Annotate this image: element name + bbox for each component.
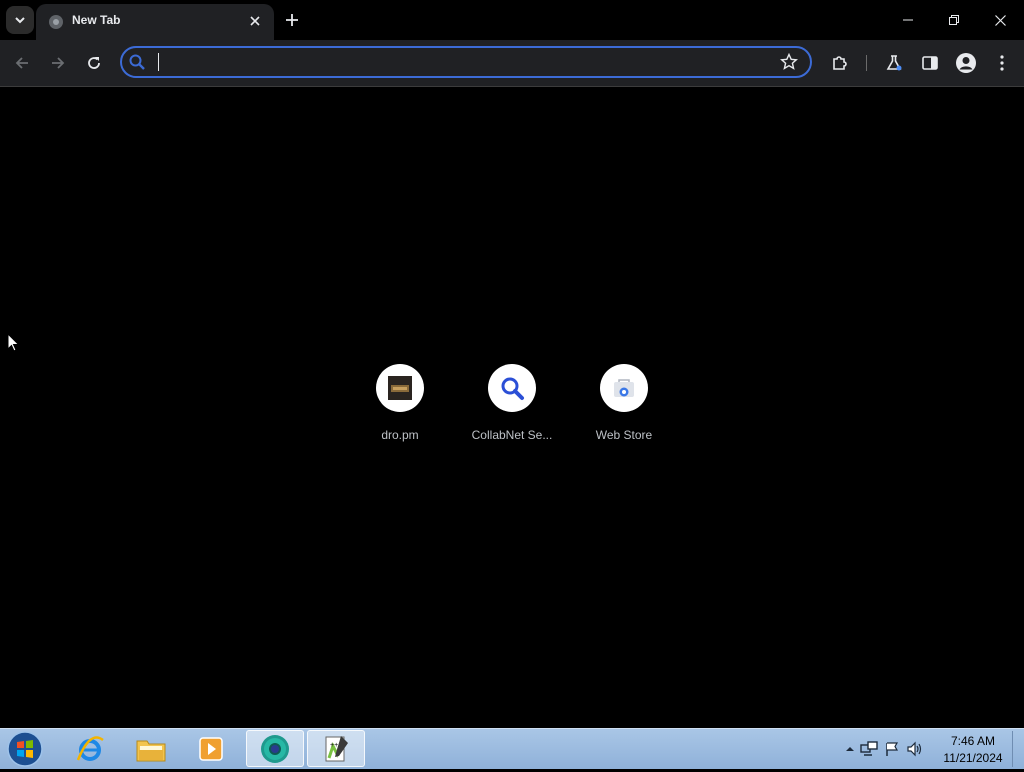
close-icon (250, 16, 260, 26)
taskbar-chrome-canary[interactable] (246, 730, 304, 767)
taskbar-notepad-plus-plus[interactable]: ++ (307, 730, 365, 767)
tab-strip: New Tab (0, 0, 1024, 40)
clock-time: 7:46 AM (950, 734, 996, 748)
internet-explorer-icon (76, 735, 104, 761)
clock-date: 11/21/2024 (943, 751, 1003, 765)
mouse-pointer-icon (7, 333, 20, 352)
side-panel-icon (922, 56, 938, 70)
back-button[interactable] (8, 49, 36, 77)
browser-toolbar (0, 40, 1024, 87)
shortcut-label: Web Store (595, 428, 653, 442)
magnifier-icon (501, 377, 524, 400)
tab-new-tab[interactable]: New Tab (36, 4, 274, 40)
reload-button[interactable] (80, 49, 108, 77)
new-tab-button[interactable] (280, 8, 304, 32)
taskbar-media-player[interactable] (183, 730, 241, 767)
folder-icon (136, 740, 166, 761)
plus-icon (286, 14, 298, 26)
system-tray (846, 739, 924, 759)
profile-button[interactable] (955, 52, 977, 74)
shortcut-label: CollabNet Se... (471, 428, 553, 442)
windows-taskbar: ++ 7:46 AM 11/21/2024 (0, 728, 1024, 769)
show-desktop-button[interactable] (1012, 731, 1023, 767)
windows-logo-icon (7, 731, 43, 767)
extensions-button[interactable] (829, 52, 851, 74)
close-icon (994, 14, 1006, 26)
shortcut-dro-pm[interactable]: dro.pm (352, 364, 448, 442)
close-tab-button[interactable] (246, 12, 264, 30)
shortcut-label: dro.pm (381, 428, 419, 442)
address-input[interactable] (156, 51, 780, 75)
minimize-button[interactable] (888, 4, 928, 36)
volume-icon[interactable] (906, 741, 924, 757)
toolbar-separator (866, 55, 867, 71)
tab-title: New Tab (72, 13, 121, 27)
shortcut-icon-tile (600, 364, 648, 412)
side-panel-button[interactable] (919, 52, 941, 74)
shortcut-icon-tile (376, 364, 424, 412)
svg-text:++: ++ (330, 742, 338, 749)
taskbar-windows-explorer[interactable] (122, 730, 180, 767)
more-vertical-icon (1000, 55, 1004, 71)
bookmark-star-icon[interactable] (780, 53, 798, 71)
start-button[interactable] (6, 731, 46, 767)
taskbar-clock[interactable]: 7:46 AM 11/21/2024 (936, 733, 1010, 767)
chrome-canary-icon (261, 734, 289, 763)
chevron-down-icon (15, 17, 25, 24)
flask-icon (886, 55, 902, 71)
shortcut-icon-tile (488, 364, 536, 412)
shortcut-web-store[interactable]: Web Store (576, 364, 672, 442)
minimize-icon (903, 19, 913, 21)
restore-button[interactable] (934, 4, 974, 36)
close-window-button[interactable] (980, 4, 1020, 36)
menu-button[interactable] (991, 52, 1013, 74)
restore-icon (949, 15, 959, 25)
arrow-right-icon (52, 57, 65, 69)
arrow-left-icon (15, 57, 28, 69)
address-bar[interactable] (120, 46, 812, 78)
notepad-plus-plus-icon: ++ (325, 735, 348, 761)
media-player-icon (199, 736, 223, 761)
action-center-flag-icon[interactable] (884, 741, 900, 757)
puzzle-piece-icon (833, 56, 847, 70)
chrome-favicon-icon (49, 15, 63, 29)
taskbar-internet-explorer[interactable] (61, 730, 119, 767)
text-caret (158, 53, 159, 71)
forward-button[interactable] (44, 49, 72, 77)
reload-icon (88, 57, 100, 69)
network-icon[interactable] (860, 741, 878, 757)
search-icon (129, 54, 145, 70)
labs-button[interactable] (883, 52, 905, 74)
shortcut-collabnet[interactable]: CollabNet Se... (464, 364, 560, 442)
dro-pm-favicon-icon (388, 376, 412, 400)
tab-search-button[interactable] (6, 6, 34, 34)
avatar-icon (956, 53, 976, 73)
web-store-icon (614, 379, 634, 397)
show-hidden-icons-icon[interactable] (846, 745, 854, 753)
